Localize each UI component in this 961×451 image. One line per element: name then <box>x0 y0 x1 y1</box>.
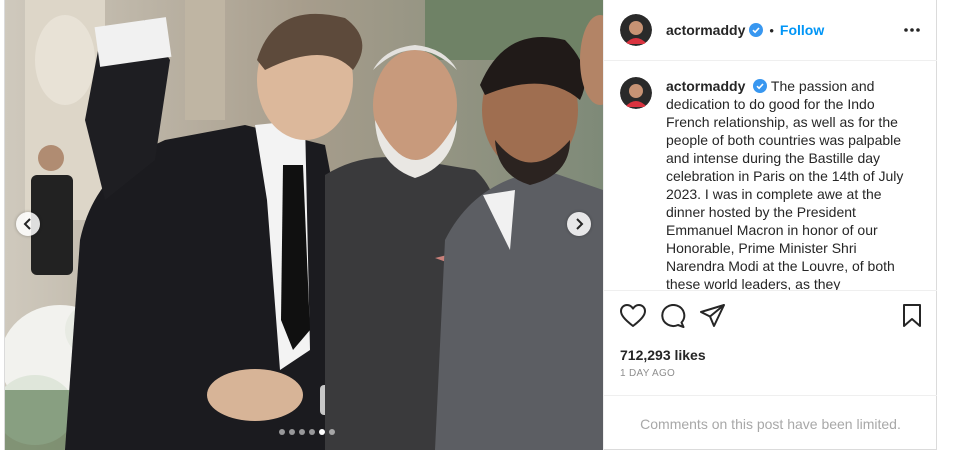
carousel-dot <box>279 429 285 435</box>
caption-row: actormaddy The passion and dedication to… <box>604 61 937 291</box>
caption-username[interactable]: actormaddy <box>666 78 745 94</box>
username[interactable]: actormaddy <box>666 22 745 38</box>
caption-avatar[interactable] <box>620 77 652 109</box>
carousel-dot <box>299 429 305 435</box>
action-bar <box>604 304 937 332</box>
comment-icon[interactable] <box>660 304 686 328</box>
carousel-dot <box>289 429 295 435</box>
post-photo[interactable] <box>5 0 603 450</box>
caption-body: The passion and dedication to do good fo… <box>666 78 904 291</box>
follow-button[interactable]: Follow <box>780 22 824 38</box>
likes-count[interactable]: 712,293 likes <box>620 347 706 363</box>
separator-dot: • <box>769 22 774 38</box>
avatar-image <box>620 14 652 46</box>
post-timestamp[interactable]: 1 DAY AGO <box>620 368 675 379</box>
post-header: actormaddy • Follow <box>604 0 937 61</box>
verified-badge-icon <box>749 23 764 37</box>
avatar[interactable] <box>620 14 652 46</box>
carousel-prev-button[interactable] <box>16 212 40 236</box>
carousel-indicator <box>279 429 335 435</box>
carousel-dot <box>309 429 315 435</box>
share-icon[interactable] <box>700 304 726 328</box>
post-side-panel: actormaddy • Follow actormaddy The passi… <box>603 0 937 450</box>
heart-icon[interactable] <box>620 304 646 328</box>
caption-area: actormaddy The passion and dedication to… <box>604 61 937 291</box>
bookmark-icon[interactable] <box>902 304 922 328</box>
carousel-dot <box>329 429 335 435</box>
chevron-left-icon <box>23 218 31 230</box>
comments-limited-notice: Comments on this post have been limited. <box>604 395 937 451</box>
carousel-next-button[interactable] <box>567 212 591 236</box>
verified-badge-icon <box>753 79 768 93</box>
chevron-right-icon <box>576 218 584 230</box>
avatar-image <box>620 77 652 109</box>
post-container: actormaddy • Follow actormaddy The passi… <box>4 0 937 450</box>
carousel-dot <box>319 429 325 435</box>
selfie-photo-illustration <box>5 0 603 450</box>
caption-text: actormaddy The passion and dedication to… <box>666 77 917 291</box>
more-horizontal-icon[interactable] <box>903 21 921 39</box>
